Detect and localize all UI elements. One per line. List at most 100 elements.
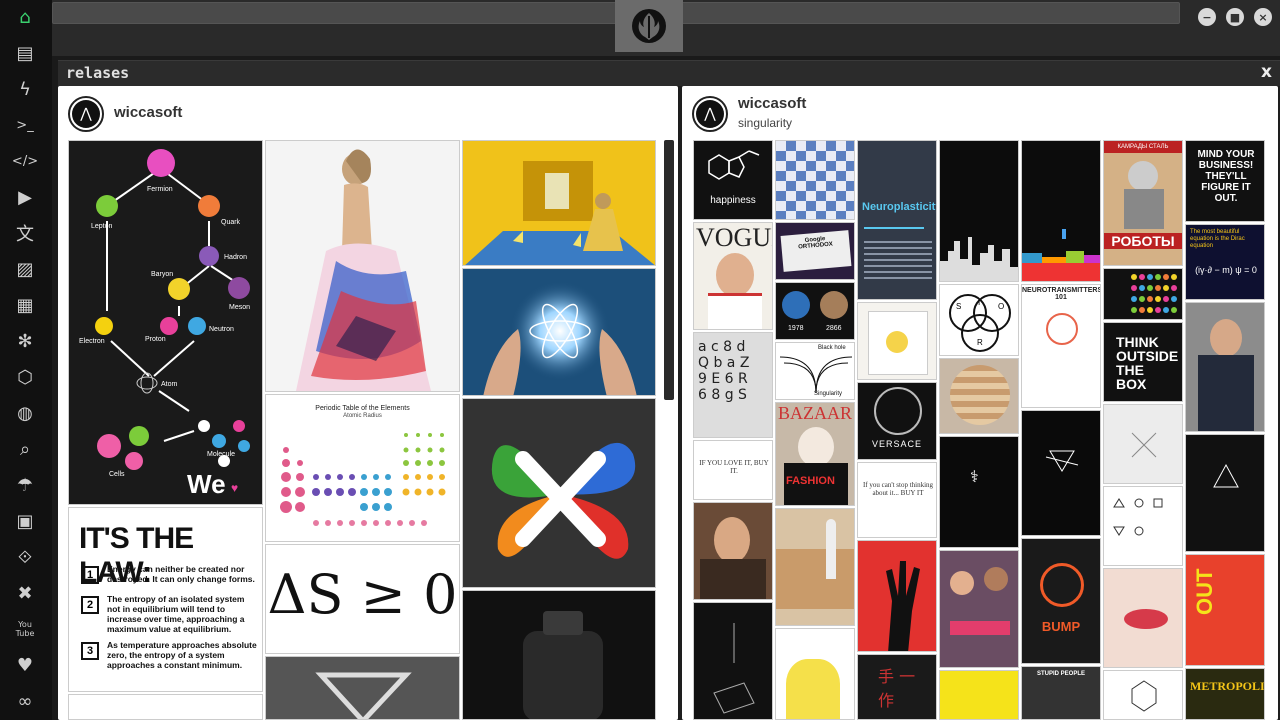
expand-icon[interactable]: ✖ [12, 580, 38, 606]
dot-grid-image[interactable] [1103, 268, 1183, 320]
yellow-poster[interactable] [939, 670, 1019, 720]
dark-bottle-photo[interactable] [462, 590, 656, 720]
jupiter-photo[interactable] [939, 358, 1019, 434]
out-poster[interactable]: OUT [1185, 554, 1265, 666]
stupid-people-label: STUPID PEOPLE [1036, 671, 1085, 677]
comic-woman-image[interactable] [775, 628, 855, 720]
play-icon[interactable]: ▶ [12, 184, 38, 210]
laws-of-thermodynamics-image[interactable]: IT'S THE LAW: 1 Energy can neither be cr… [68, 507, 263, 692]
rebel-logo-tab[interactable] [615, 0, 683, 52]
maximize-button[interactable]: ■ [1226, 8, 1244, 26]
grey-cross-image[interactable] [1103, 404, 1183, 484]
youtube-icon[interactable]: You Tube [12, 616, 38, 642]
calligraphy-poster[interactable]: 手 一作 [857, 654, 937, 720]
happiness-molecule-image[interactable]: happiness [693, 140, 773, 220]
hexagon-icon[interactable]: ⬡ [12, 364, 38, 390]
dark-geometric-image[interactable] [693, 602, 773, 720]
versace-medusa-image[interactable]: VERSACE [857, 382, 937, 460]
black-hole-diagram[interactable]: Black hole Singularity [775, 342, 855, 400]
venn-diagram-image[interactable]: S I O R [939, 284, 1019, 356]
avatar[interactable]: ⋀ [68, 96, 104, 132]
heart-icon[interactable]: ♥ [12, 652, 38, 678]
lips-close-up-photo[interactable] [1103, 568, 1183, 668]
neurotransmitters-chart[interactable]: NEUROTRANSMITTERS 101 [1021, 284, 1101, 408]
avatar[interactable]: ⋀ [692, 96, 728, 132]
law-1-text: Energy can neither be created nor destro… [107, 564, 255, 584]
glowing-atom-hands-photo[interactable] [462, 268, 656, 396]
close-window-button[interactable]: × [1254, 8, 1272, 26]
molecule-label: Molecule [207, 451, 236, 458]
robots-header: КАМРАДЫ СТАЛЬ [1104, 141, 1182, 153]
terminal-icon[interactable]: >_ [12, 112, 38, 138]
username[interactable]: wiccasoft [738, 95, 806, 112]
earth-comparison-image[interactable]: 1978 2866 [775, 282, 855, 340]
bazaar-fashion-cover[interactable]: BAZAAR FASHION [775, 402, 855, 506]
portrait-woman-photo[interactable] [693, 502, 773, 600]
alchemy-symbols-image[interactable] [1103, 486, 1183, 566]
actress-photo[interactable] [1185, 302, 1265, 432]
bump-poster[interactable]: BUMP [1021, 538, 1101, 664]
translate-icon[interactable]: 文 [12, 220, 38, 246]
cant-stop-buy-it-image[interactable]: If you can't stop thinking about it... B… [857, 462, 937, 538]
image-icon[interactable]: ▨ [12, 256, 38, 282]
dirac-equation-poster[interactable]: The most beautiful equation is the Dirac… [1185, 224, 1265, 300]
periodic-title: Periodic Table of the Elements [315, 405, 410, 412]
two-women-photo[interactable] [939, 550, 1019, 668]
contact-icon[interactable]: ▣ [12, 508, 38, 534]
news-icon[interactable]: ▦ [12, 292, 38, 318]
globe-icon[interactable]: ◍ [12, 400, 38, 426]
username[interactable]: wiccasoft [114, 104, 182, 121]
dark-symbol-image[interactable]: ⚕ [939, 436, 1019, 548]
board-name[interactable]: singularity [738, 116, 792, 130]
link-icon[interactable]: ⟐ [12, 544, 38, 570]
tetris-image[interactable] [1021, 140, 1101, 282]
google-protest-image[interactable]: Google ORTHODOX [775, 222, 855, 280]
dark-glyph-image[interactable] [1021, 410, 1101, 536]
yellow-room-photo[interactable] [462, 140, 656, 266]
city-skyline-image[interactable] [939, 140, 1019, 282]
fashion-dress-photo[interactable] [265, 140, 460, 392]
asterisk-icon[interactable]: ✻ [12, 328, 38, 354]
umbrella-icon[interactable]: ☂ [12, 472, 38, 498]
document-icon[interactable]: ▤ [12, 40, 38, 66]
robots-poster[interactable]: КАМРАДЫ СТАЛЬ РОБОТЫ [1103, 140, 1183, 266]
red-hand-poster[interactable] [857, 540, 937, 652]
law-number-3: 3 [81, 642, 99, 660]
think-outside-box-image[interactable]: THINK OUTSIDE THE BOX [1103, 322, 1183, 402]
periodic-subtitle: Atomic Radius [343, 413, 382, 419]
typography-faces-image[interactable]: a c 8 dQ b a Z9 E 6 R6 8 g S [693, 332, 773, 438]
sacred-geometry-image[interactable] [1103, 670, 1183, 720]
lepton-label: Lepton [91, 223, 113, 230]
minimize-button[interactable]: − [1198, 8, 1216, 26]
triangle-mark [315, 672, 412, 719]
chessboard-image[interactable] [775, 140, 855, 220]
vogue-cover[interactable]: VOGUE [693, 222, 773, 330]
mind-your-business-poster[interactable]: MIND YOUR BUSINESS! THEY'LL FIGURE IT OU… [1185, 140, 1265, 222]
panel-close-button[interactable]: x [1261, 62, 1272, 82]
entropy-equation-image[interactable]: ΔS ≥ 0 [265, 544, 460, 654]
periodic-table-image[interactable]: Periodic Table of the Elements Atomic Ra… [265, 394, 460, 542]
home-icon[interactable]: ⌂ [12, 4, 38, 30]
law-2-text: The entropy of an isolated system not in… [107, 594, 245, 634]
stupid-people-poster[interactable]: STUPID PEOPLE [1021, 666, 1101, 720]
triangle-logo-icon: ⋀ [696, 100, 724, 128]
particle-diagram-image[interactable]: Fermion Lepton Quark Hadron Baryon Meson… [68, 140, 263, 505]
triangle-poster[interactable] [1185, 434, 1265, 552]
lightning-icon[interactable]: ϟ [12, 76, 38, 102]
card-header: ⋀ wiccasoft singularity [682, 86, 1278, 140]
metropolis-poster[interactable]: METROPOLIS [1185, 668, 1265, 720]
next-image-tile[interactable] [68, 694, 263, 720]
love-it-buy-it-image[interactable]: IF YOU LOVE IT, BUY IT. [693, 440, 773, 500]
cant-stop-text: If you can't stop thinking about it... B… [862, 481, 934, 497]
newspaper-smiley-image[interactable] [857, 302, 937, 380]
fashion-label: FASHION [786, 475, 835, 487]
code-icon[interactable]: </> [12, 148, 38, 174]
app-logo-image[interactable] [462, 398, 656, 588]
infinity-icon[interactable]: ∞ [12, 688, 38, 714]
four-leaf-logo [491, 442, 636, 559]
neuroplasticity-image[interactable]: Neuroplasticity [857, 140, 937, 300]
retro-rocket-photo[interactable] [775, 508, 855, 626]
scrollbar[interactable] [664, 140, 674, 400]
triangle-photo[interactable] [265, 656, 460, 720]
search-icon[interactable]: ⌕ [12, 436, 38, 462]
